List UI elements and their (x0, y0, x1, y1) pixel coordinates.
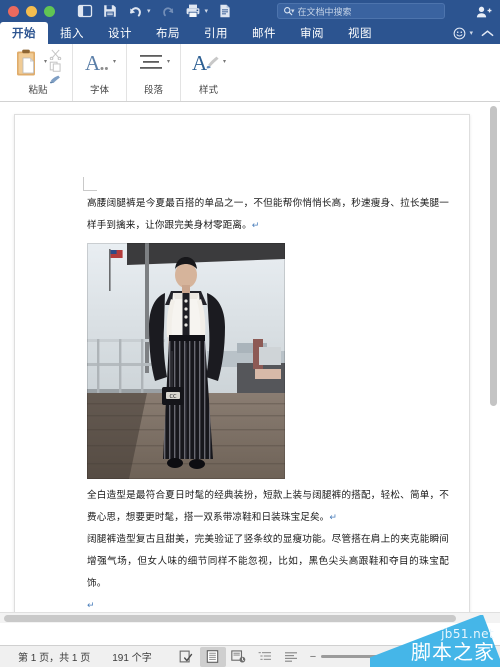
web-layout-view-icon[interactable] (226, 647, 252, 667)
ribbon-body: ▾ 粘贴 A ▾ 字体 ▾ 段落 A ▾ 样式 (0, 44, 500, 102)
ribbon-group-paragraph-label: 段落 (144, 85, 164, 96)
tab-insert[interactable]: 插入 (48, 22, 96, 44)
page-indicator[interactable]: 第 1 页，共 1 页 (18, 649, 90, 664)
tab-design-label: 设计 (108, 28, 132, 40)
print-dropdown-icon[interactable]: ▾ (205, 7, 209, 15)
tab-view[interactable]: 视图 (336, 22, 384, 44)
paragraph-icon[interactable] (137, 48, 165, 78)
search-scope-caret-icon[interactable]: ▾ (291, 7, 295, 15)
document-work-area: 高腰阔腿裤是今夏最百搭的单品之一，不但能帮你悄悄长高，秒速瘦身、拉长美腿一样手到… (0, 102, 500, 623)
zoom-slider-track[interactable] (321, 655, 380, 658)
ribbon-group-paste-label: 粘贴 (28, 85, 48, 96)
draft-view-icon[interactable] (278, 647, 304, 667)
spelling-check-icon[interactable] (174, 647, 200, 667)
maximize-window-button[interactable] (44, 5, 55, 17)
ribbon-group-font: A ▾ 字体 (73, 44, 128, 101)
outline-view-icon[interactable] (252, 647, 278, 667)
font-icon[interactable]: A (83, 48, 111, 78)
tab-insert-label: 插入 (60, 28, 84, 40)
tab-layout[interactable]: 布局 (144, 22, 192, 44)
sidebar-toggle-icon[interactable] (77, 3, 93, 19)
svg-text:A: A (85, 51, 101, 75)
paragraph-3-text: 阔腿裤造型复古且甜美，完美验证了竖条纹的显瘦功能。尽管搭在肩上的夹克能瞬间增强气… (87, 534, 449, 589)
svg-text:A: A (192, 51, 208, 75)
print-icon[interactable] (185, 3, 201, 19)
paste-dropdown-icon[interactable]: ▾ (44, 58, 47, 65)
paragraph-1-mark: ↵ (251, 221, 260, 231)
paragraph-dropdown-icon[interactable]: ▾ (167, 58, 170, 65)
cut-icon[interactable] (49, 49, 62, 60)
tab-mailings-label: 邮件 (252, 28, 276, 40)
quick-access-toolbar: ▾ ▾ (77, 3, 233, 19)
collapse-ribbon-icon[interactable] (481, 29, 494, 38)
redo-icon[interactable] (160, 3, 176, 19)
minimize-window-button[interactable] (26, 5, 37, 17)
watermark-url: jb51.net (441, 627, 494, 641)
zoom-control[interactable]: − (310, 651, 380, 663)
title-bar: ▾ ▾ ▾ 在文档中搜索 (0, 0, 500, 22)
ribbon-tab-bar: 开始 插入 设计 布局 引用 邮件 审阅 视图 ▾ (0, 22, 500, 44)
search-input[interactable]: ▾ 在文档中搜索 (277, 3, 445, 19)
print-layout-view-icon[interactable] (199, 646, 226, 667)
tab-layout-label: 布局 (156, 28, 180, 40)
undo-dropdown-icon[interactable]: ▾ (147, 7, 151, 15)
document-icon[interactable] (217, 3, 233, 19)
search-placeholder: 在文档中搜索 (297, 6, 352, 17)
status-bar: 第 1 页，共 1 页 191 个字 − (0, 645, 500, 667)
smiley-dropdown-icon[interactable]: ▾ (469, 29, 473, 37)
zoom-out-button[interactable]: − (310, 651, 316, 663)
horizontal-scrollbar[interactable] (0, 612, 500, 623)
tab-home-label: 开始 (12, 28, 36, 40)
ribbon-right-controls: ▾ (453, 22, 494, 44)
tab-view-label: 视图 (348, 28, 372, 40)
margin-corner-marker (83, 177, 97, 191)
format-painter-icon[interactable] (49, 73, 62, 84)
word-application-window: ▾ ▾ ▾ 在文档中搜索 开始 插入 设计 布局 引用 邮件 审阅 视图 ▾ ▾… (0, 0, 500, 667)
tab-review[interactable]: 审阅 (288, 22, 336, 44)
document-content[interactable]: 高腰阔腿裤是今夏最百搭的单品之一，不但能帮你悄悄长高，秒速瘦身、拉长美腿一样手到… (87, 193, 449, 613)
paragraph-2-text: 全白造型是最符合夏日时髦的经典装扮，短款上装与阔腿裤的搭配，轻松、简单，不费心思… (87, 490, 449, 523)
svg-text:CC: CC (170, 394, 177, 400)
save-icon[interactable] (102, 3, 118, 19)
paragraph-2: 全白造型是最符合夏日时髦的经典装扮，短款上装与阔腿裤的搭配，轻松、简单，不费心思… (87, 485, 449, 529)
tab-design[interactable]: 设计 (96, 22, 144, 44)
document-page[interactable]: 高腰阔腿裤是今夏最百搭的单品之一，不但能帮你悄悄长高，秒速瘦身、拉长美腿一样手到… (14, 114, 470, 614)
tab-references-label: 引用 (204, 28, 228, 40)
word-count[interactable]: 191 个字 (112, 649, 151, 664)
trailing-paragraph-mark: ↵ (87, 601, 95, 611)
window-controls (8, 5, 55, 17)
vertical-scrollbar-thumb[interactable] (490, 106, 497, 406)
styles-icon[interactable]: A (191, 48, 221, 78)
ribbon-group-paste: ▾ 粘贴 (4, 44, 74, 101)
paragraph-2-mark: ↵ (329, 513, 337, 523)
ribbon-group-styles: A ▾ 样式 (181, 44, 236, 101)
tab-references[interactable]: 引用 (192, 22, 240, 44)
vertical-scrollbar[interactable] (489, 106, 498, 619)
ribbon-group-paragraph: ▾ 段落 (127, 44, 182, 101)
tab-mailings[interactable]: 邮件 (240, 22, 288, 44)
tab-review-label: 审阅 (300, 28, 324, 40)
paragraph-3: 阔腿裤造型复古且甜美，完美验证了竖条纹的显瘦功能。尽管搭在肩上的夹克能瞬间增强气… (87, 529, 449, 595)
font-dropdown-icon[interactable]: ▾ (113, 58, 116, 65)
ribbon-group-font-label: 字体 (90, 85, 110, 96)
paste-icon[interactable] (14, 48, 42, 78)
horizontal-scrollbar-thumb[interactable] (4, 615, 456, 622)
copy-icon[interactable] (49, 61, 62, 72)
fashion-photo[interactable]: CC (87, 243, 285, 479)
close-window-button[interactable] (8, 5, 19, 17)
paragraph-1: 高腰阔腿裤是今夏最百搭的单品之一，不但能帮你悄悄长高，秒速瘦身、拉长美腿一样手到… (87, 193, 449, 237)
paragraph-1-text: 高腰阔腿裤是今夏最百搭的单品之一，不但能帮你悄悄长高，秒速瘦身、拉长美腿一样手到… (87, 198, 449, 231)
ribbon-group-styles-label: 样式 (199, 85, 219, 96)
smiley-feedback-icon[interactable] (453, 27, 466, 40)
tab-home[interactable]: 开始 (0, 22, 48, 44)
styles-dropdown-icon[interactable]: ▾ (223, 58, 226, 65)
undo-icon[interactable] (127, 3, 143, 19)
